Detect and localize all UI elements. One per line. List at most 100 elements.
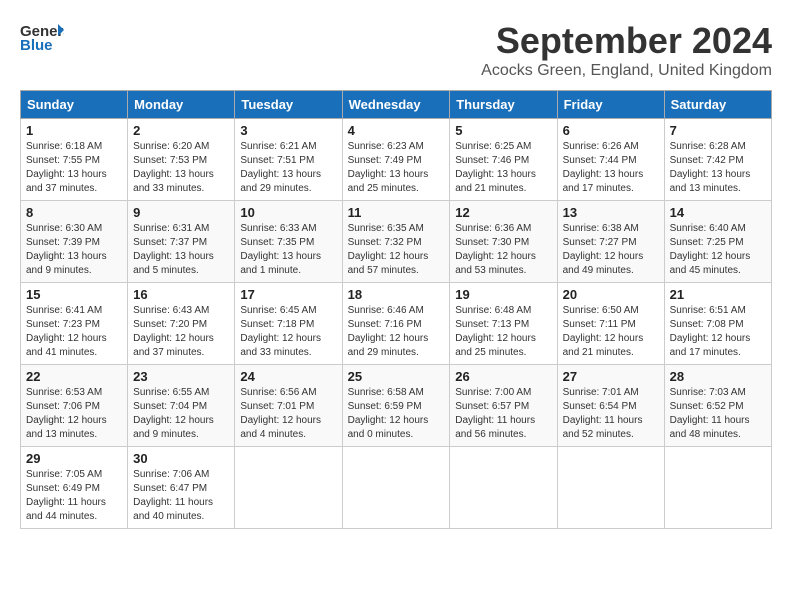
- month-title: September 2024: [481, 20, 772, 62]
- weekday-saturday: Saturday: [664, 91, 771, 119]
- day-cell: 21Sunrise: 6:51 AMSunset: 7:08 PMDayligh…: [664, 283, 771, 365]
- day-cell: 22 Sunrise: 6:53 AMSunset: 7:06 PMDayligh…: [21, 365, 128, 447]
- day-cell: 15 Sunrise: 6:41 AMSunset: 7:23 PMDayligh…: [21, 283, 128, 365]
- day-cell: 24 Sunrise: 6:56 AMSunset: 7:01 PMDayligh…: [235, 365, 342, 447]
- week-row-5: 29 Sunrise: 7:05 AMSunset: 6:49 PMDayligh…: [21, 447, 772, 529]
- day-cell: 11 Sunrise: 6:35 AMSunset: 7:32 PMDayligh…: [342, 201, 450, 283]
- day-cell: 29 Sunrise: 7:05 AMSunset: 6:49 PMDayligh…: [21, 447, 128, 529]
- day-cell: 6 Sunrise: 6:26 AMSunset: 7:44 PMDaylight…: [557, 119, 664, 201]
- day-number: 4: [348, 123, 445, 138]
- page-header: General Blue September 2024 Acocks Green…: [20, 20, 772, 80]
- day-number: 20: [563, 287, 659, 302]
- day-info: Sunrise: 6:20 AMSunset: 7:53 PMDaylight:…: [133, 140, 229, 196]
- day-cell: 3 Sunrise: 6:21 AMSunset: 7:51 PMDaylight…: [235, 119, 342, 201]
- day-cell: [235, 447, 342, 529]
- day-cell: 28 Sunrise: 7:03 AMSunset: 6:52 PMDayligh…: [664, 365, 771, 447]
- day-cell: [450, 447, 557, 529]
- day-info: Sunrise: 6:46 AMSunset: 7:16 PMDaylight:…: [348, 304, 445, 360]
- day-number: 1: [26, 123, 122, 138]
- day-number: 26: [455, 369, 551, 384]
- day-info: Sunrise: 6:56 AMSunset: 7:01 PMDaylight:…: [240, 386, 336, 442]
- day-info: Sunrise: 6:58 AMSunset: 6:59 PMDaylight:…: [348, 386, 445, 442]
- day-cell: 17Sunrise: 6:45 AMSunset: 7:18 PMDayligh…: [235, 283, 342, 365]
- day-info: Sunrise: 6:38 AMSunset: 7:27 PMDaylight:…: [563, 222, 659, 278]
- week-row-2: 8Sunrise: 6:30 AMSunset: 7:39 PMDaylight…: [21, 201, 772, 283]
- day-cell: 30Sunrise: 7:06 AMSunset: 6:47 PMDayligh…: [128, 447, 235, 529]
- weekday-header: SundayMondayTuesdayWednesdayThursdayFrid…: [21, 91, 772, 119]
- svg-text:Blue: Blue: [20, 37, 53, 54]
- day-number: 13: [563, 205, 659, 220]
- logo: General Blue: [20, 20, 64, 56]
- weekday-thursday: Thursday: [450, 91, 557, 119]
- day-number: 10: [240, 205, 336, 220]
- day-number: 28: [670, 369, 766, 384]
- day-info: Sunrise: 6:18 AMSunset: 7:55 PMDaylight:…: [26, 140, 122, 196]
- day-cell: 25 Sunrise: 6:58 AMSunset: 6:59 PMDayligh…: [342, 365, 450, 447]
- day-cell: 4 Sunrise: 6:23 AMSunset: 7:49 PMDaylight…: [342, 119, 450, 201]
- day-info: Sunrise: 6:26 AMSunset: 7:44 PMDaylight:…: [563, 140, 659, 196]
- day-info: Sunrise: 6:50 AMSunset: 7:11 PMDaylight:…: [563, 304, 659, 360]
- day-number: 18: [348, 287, 445, 302]
- day-number: 11: [348, 205, 445, 220]
- week-row-3: 15 Sunrise: 6:41 AMSunset: 7:23 PMDayligh…: [21, 283, 772, 365]
- day-info: Sunrise: 7:03 AMSunset: 6:52 PMDaylight:…: [670, 386, 766, 442]
- day-cell: 13 Sunrise: 6:38 AMSunset: 7:27 PMDayligh…: [557, 201, 664, 283]
- day-info: Sunrise: 7:00 AMSunset: 6:57 PMDaylight:…: [455, 386, 551, 442]
- week-row-4: 22 Sunrise: 6:53 AMSunset: 7:06 PMDayligh…: [21, 365, 772, 447]
- day-number: 17: [240, 287, 336, 302]
- day-info: Sunrise: 6:43 AMSunset: 7:20 PMDaylight:…: [133, 304, 229, 360]
- day-number: 29: [26, 451, 122, 466]
- day-info: Sunrise: 6:55 AMSunset: 7:04 PMDaylight:…: [133, 386, 229, 442]
- weekday-wednesday: Wednesday: [342, 91, 450, 119]
- day-info: Sunrise: 6:53 AMSunset: 7:06 PMDaylight:…: [26, 386, 122, 442]
- weekday-monday: Monday: [128, 91, 235, 119]
- day-number: 15: [26, 287, 122, 302]
- day-info: Sunrise: 7:06 AMSunset: 6:47 PMDaylight:…: [133, 468, 229, 524]
- day-info: Sunrise: 6:21 AMSunset: 7:51 PMDaylight:…: [240, 140, 336, 196]
- day-info: Sunrise: 6:31 AMSunset: 7:37 PMDaylight:…: [133, 222, 229, 278]
- day-number: 22: [26, 369, 122, 384]
- day-cell: 2 Sunrise: 6:20 AMSunset: 7:53 PMDaylight…: [128, 119, 235, 201]
- day-cell: 5 Sunrise: 6:25 AMSunset: 7:46 PMDaylight…: [450, 119, 557, 201]
- day-number: 25: [348, 369, 445, 384]
- day-info: Sunrise: 6:35 AMSunset: 7:32 PMDaylight:…: [348, 222, 445, 278]
- day-cell: 14Sunrise: 6:40 AMSunset: 7:25 PMDayligh…: [664, 201, 771, 283]
- day-number: 8: [26, 205, 122, 220]
- day-info: Sunrise: 6:41 AMSunset: 7:23 PMDaylight:…: [26, 304, 122, 360]
- weekday-friday: Friday: [557, 91, 664, 119]
- day-info: Sunrise: 7:01 AMSunset: 6:54 PMDaylight:…: [563, 386, 659, 442]
- day-number: 6: [563, 123, 659, 138]
- day-cell: 19Sunrise: 6:48 AMSunset: 7:13 PMDayligh…: [450, 283, 557, 365]
- day-cell: 1 Sunrise: 6:18 AMSunset: 7:55 PMDaylight…: [21, 119, 128, 201]
- day-number: 7: [670, 123, 766, 138]
- weekday-tuesday: Tuesday: [235, 91, 342, 119]
- day-info: Sunrise: 7:05 AMSunset: 6:49 PMDaylight:…: [26, 468, 122, 524]
- weekday-sunday: Sunday: [21, 91, 128, 119]
- day-cell: 9 Sunrise: 6:31 AMSunset: 7:37 PMDaylight…: [128, 201, 235, 283]
- day-number: 2: [133, 123, 229, 138]
- day-info: Sunrise: 6:25 AMSunset: 7:46 PMDaylight:…: [455, 140, 551, 196]
- day-cell: 20 Sunrise: 6:50 AMSunset: 7:11 PMDayligh…: [557, 283, 664, 365]
- day-cell: 18 Sunrise: 6:46 AMSunset: 7:16 PMDayligh…: [342, 283, 450, 365]
- day-number: 23: [133, 369, 229, 384]
- day-number: 12: [455, 205, 551, 220]
- day-number: 3: [240, 123, 336, 138]
- week-row-1: 1 Sunrise: 6:18 AMSunset: 7:55 PMDaylight…: [21, 119, 772, 201]
- day-info: Sunrise: 6:28 AMSunset: 7:42 PMDaylight:…: [670, 140, 766, 196]
- day-cell: [664, 447, 771, 529]
- day-cell: 27Sunrise: 7:01 AMSunset: 6:54 PMDayligh…: [557, 365, 664, 447]
- day-cell: 10Sunrise: 6:33 AMSunset: 7:35 PMDayligh…: [235, 201, 342, 283]
- day-number: 19: [455, 287, 551, 302]
- location-title: Acocks Green, England, United Kingdom: [481, 62, 772, 80]
- day-number: 9: [133, 205, 229, 220]
- title-area: September 2024 Acocks Green, England, Un…: [481, 20, 772, 80]
- day-number: 24: [240, 369, 336, 384]
- day-info: Sunrise: 6:23 AMSunset: 7:49 PMDaylight:…: [348, 140, 445, 196]
- day-cell: 12Sunrise: 6:36 AMSunset: 7:30 PMDayligh…: [450, 201, 557, 283]
- day-cell: [557, 447, 664, 529]
- calendar-table: SundayMondayTuesdayWednesdayThursdayFrid…: [20, 90, 772, 529]
- day-cell: 7 Sunrise: 6:28 AMSunset: 7:42 PMDaylight…: [664, 119, 771, 201]
- day-number: 5: [455, 123, 551, 138]
- day-cell: 16Sunrise: 6:43 AMSunset: 7:20 PMDayligh…: [128, 283, 235, 365]
- day-cell: 23 Sunrise: 6:55 AMSunset: 7:04 PMDayligh…: [128, 365, 235, 447]
